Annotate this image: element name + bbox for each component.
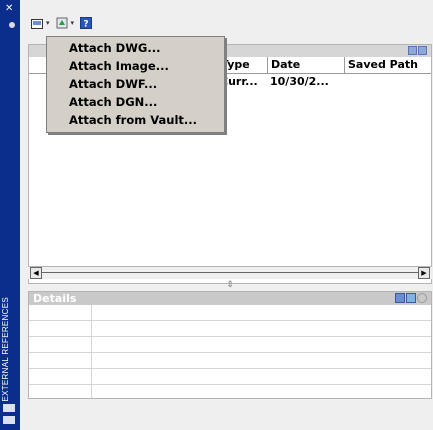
row-saved-path-cell[interactable] [344, 75, 433, 89]
list-view-icon[interactable] [408, 46, 417, 55]
details-header-icons [395, 293, 427, 303]
svg-text:?: ? [83, 20, 88, 30]
properties-icon[interactable] [3, 404, 15, 412]
toolbar: ▾ ▾ ? [30, 14, 93, 32]
palette-title-bar[interactable]: ✕ EXTERNAL REFERENCES [0, 0, 20, 430]
column-header-date[interactable]: Date [267, 57, 344, 73]
details-row-divider [29, 352, 431, 353]
menu-item-attach-from-vault[interactable]: Attach from Vault... [47, 111, 224, 129]
column-header-saved-path[interactable]: Saved Path [344, 57, 433, 73]
details-row-divider [29, 336, 431, 337]
horizontal-scrollbar[interactable]: ◀ ▶ [28, 266, 432, 279]
menu-item-attach-dgn[interactable]: Attach DGN... [47, 93, 224, 111]
details-pane: Details [28, 291, 432, 399]
auto-hide-icon[interactable] [9, 22, 15, 28]
details-row-divider [29, 320, 431, 321]
menu-icon[interactable] [3, 416, 15, 424]
collapse-icon[interactable] [417, 293, 427, 303]
pane-splitter[interactable]: ⇕ [28, 280, 432, 290]
scroll-right-icon[interactable]: ▶ [418, 267, 430, 279]
scroll-left-icon[interactable]: ◀ [30, 267, 42, 279]
preview-icon[interactable] [406, 293, 416, 303]
attach-dropdown-menu: Attach DWG... Attach Image... Attach DWF… [46, 36, 225, 133]
details-row-divider [29, 384, 431, 385]
view-toggle-icons [408, 46, 427, 55]
scroll-track[interactable] [42, 272, 418, 273]
attach-image-icon[interactable] [30, 16, 44, 30]
chevron-down-icon[interactable]: ▾ [71, 19, 75, 27]
row-date-cell[interactable]: 10/30/2... [267, 75, 347, 89]
menu-item-attach-dwf[interactable]: Attach DWF... [47, 75, 224, 93]
details-view-icon[interactable] [395, 293, 405, 303]
details-title: Details [33, 292, 77, 305]
help-icon[interactable]: ? [79, 16, 93, 30]
menu-item-attach-image[interactable]: Attach Image... [47, 57, 224, 75]
tree-view-icon[interactable] [418, 46, 427, 55]
menu-item-attach-dwg[interactable]: Attach DWG... [47, 39, 224, 57]
external-references-palette: ▾ ▾ ? Type Date Saved Path Curr... 10/30… [20, 0, 433, 430]
refresh-icon[interactable] [55, 16, 69, 30]
close-icon[interactable]: ✕ [5, 4, 13, 14]
details-row-divider [29, 368, 431, 369]
chevron-down-icon[interactable]: ▾ [46, 19, 50, 27]
details-header: Details [29, 292, 431, 305]
palette-title: EXTERNAL REFERENCES [1, 297, 10, 402]
